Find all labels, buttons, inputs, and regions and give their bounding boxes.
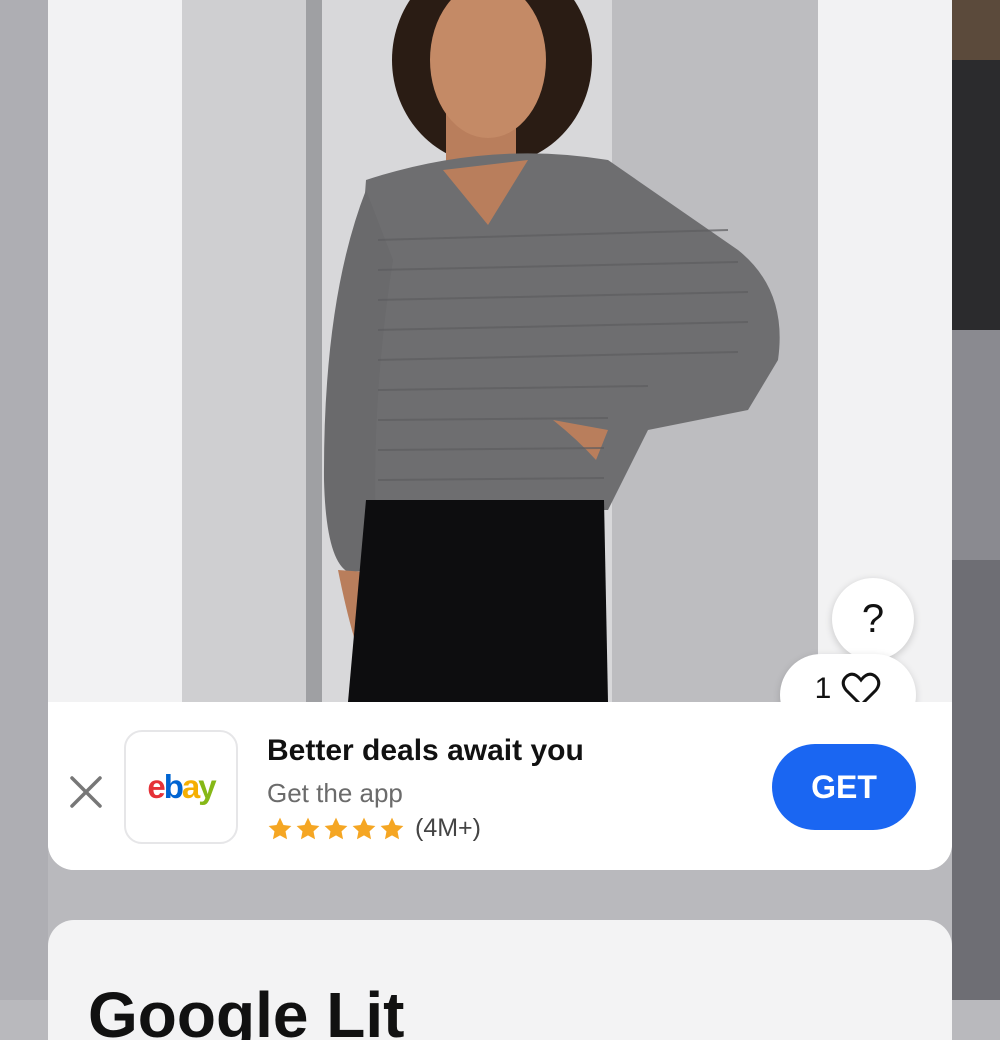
star-icon <box>352 817 376 839</box>
star-rating <box>267 816 405 842</box>
background-right <box>952 0 1000 1000</box>
rating-row: (4M+) <box>267 814 481 843</box>
star-icon <box>268 817 292 839</box>
app-icon[interactable]: ebay <box>124 730 238 844</box>
banner-subtitle: Get the app <box>267 778 403 808</box>
banner-title: Better deals await you <box>267 734 584 767</box>
rating-count: (4M+) <box>415 814 481 842</box>
model-image <box>323 0 780 702</box>
help-icon: ? <box>861 596 885 641</box>
close-icon[interactable] <box>66 772 106 812</box>
star-icon <box>380 817 404 839</box>
next-section-card: Google Lit <box>48 920 952 1040</box>
help-button[interactable]: ? <box>832 578 914 660</box>
get-app-button[interactable]: GET <box>772 744 916 830</box>
watch-count: 1 <box>814 672 832 705</box>
background-left <box>0 0 48 1000</box>
listing-card: ? 1 ebay Better deals await you Get the … <box>48 0 952 870</box>
product-photo[interactable]: ? 1 <box>48 0 952 736</box>
star-icon <box>324 817 348 839</box>
app-install-banner: ebay Better deals await you Get the app … <box>48 702 952 870</box>
star-icon <box>296 817 320 839</box>
ebay-logo: ebay <box>147 768 216 805</box>
section-title: Google Lit <box>88 979 405 1040</box>
